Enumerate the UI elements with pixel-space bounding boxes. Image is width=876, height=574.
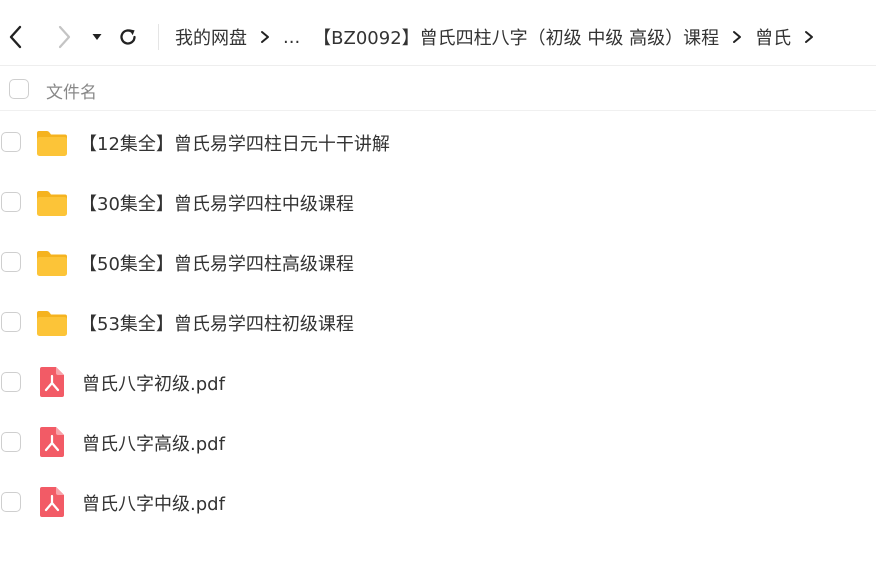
pdf-file-icon [40,367,64,397]
toolbar-divider [158,24,159,50]
chevron-right-icon [802,30,816,44]
list-item[interactable]: 【53集全】曾氏易学四柱初级课程 [0,292,876,352]
file-name: 曾氏八字中级.pdf [82,494,225,515]
list-item[interactable]: 曾氏八字中级.pdf [0,472,876,532]
breadcrumb-item-current[interactable]: 曾氏 [755,24,791,50]
row-checkbox[interactable] [1,372,21,392]
refresh-button[interactable] [116,22,140,52]
pdf-file-icon [40,427,64,457]
row-checkbox[interactable] [1,312,21,332]
pdf-file-icon [40,487,64,517]
file-name: 【12集全】曾氏易学四柱日元十干讲解 [79,134,390,155]
folder-icon [37,191,67,216]
list-item[interactable]: 曾氏八字初级.pdf [0,352,876,412]
folder-icon [37,131,67,156]
breadcrumb-item-course[interactable]: 【BZ0092】曾氏四柱八字（初级 中级 高级）课程 [313,24,719,50]
refresh-icon [120,29,136,45]
chevron-right-icon [730,30,744,44]
row-checkbox[interactable] [1,252,21,272]
chevron-right-icon [258,30,272,44]
row-checkbox[interactable] [1,492,21,512]
breadcrumb: 我的网盘 ... 【BZ0092】曾氏四柱八字（初级 中级 高级）课程 曾氏 [175,22,827,52]
list-item[interactable]: 【30集全】曾氏易学四柱中级课程 [0,172,876,232]
file-name: 曾氏八字高级.pdf [82,434,225,455]
row-checkbox[interactable] [1,132,21,152]
select-all-checkbox[interactable] [9,79,29,99]
breadcrumb-item-ellipsis[interactable]: ... [283,27,300,48]
history-dropdown-button[interactable] [85,22,109,52]
forward-button[interactable] [52,22,76,52]
file-name: 曾氏八字初级.pdf [82,374,225,395]
row-checkbox[interactable] [1,192,21,212]
back-button[interactable] [4,22,28,52]
file-name: 【50集全】曾氏易学四柱高级课程 [79,254,354,275]
chevron-right-icon [58,25,71,49]
list-item[interactable]: 【12集全】曾氏易学四柱日元十干讲解 [0,112,876,172]
list-item[interactable]: 曾氏八字高级.pdf [0,412,876,472]
file-name: 【30集全】曾氏易学四柱中级课程 [79,194,354,215]
chevron-left-icon [9,25,22,49]
column-header-filename[interactable]: 文件名 [46,78,97,103]
folder-icon [37,311,67,336]
file-name: 【53集全】曾氏易学四柱初级课程 [79,314,354,335]
folder-icon [37,251,67,276]
caret-down-icon [92,34,102,40]
list-item[interactable]: 【50集全】曾氏易学四柱高级课程 [0,232,876,292]
file-list-header: 文件名 [0,67,876,111]
breadcrumb-item-root[interactable]: 我的网盘 [175,24,247,50]
toolbar: 我的网盘 ... 【BZ0092】曾氏四柱八字（初级 中级 高级）课程 曾氏 [0,0,876,66]
row-checkbox[interactable] [1,432,21,452]
